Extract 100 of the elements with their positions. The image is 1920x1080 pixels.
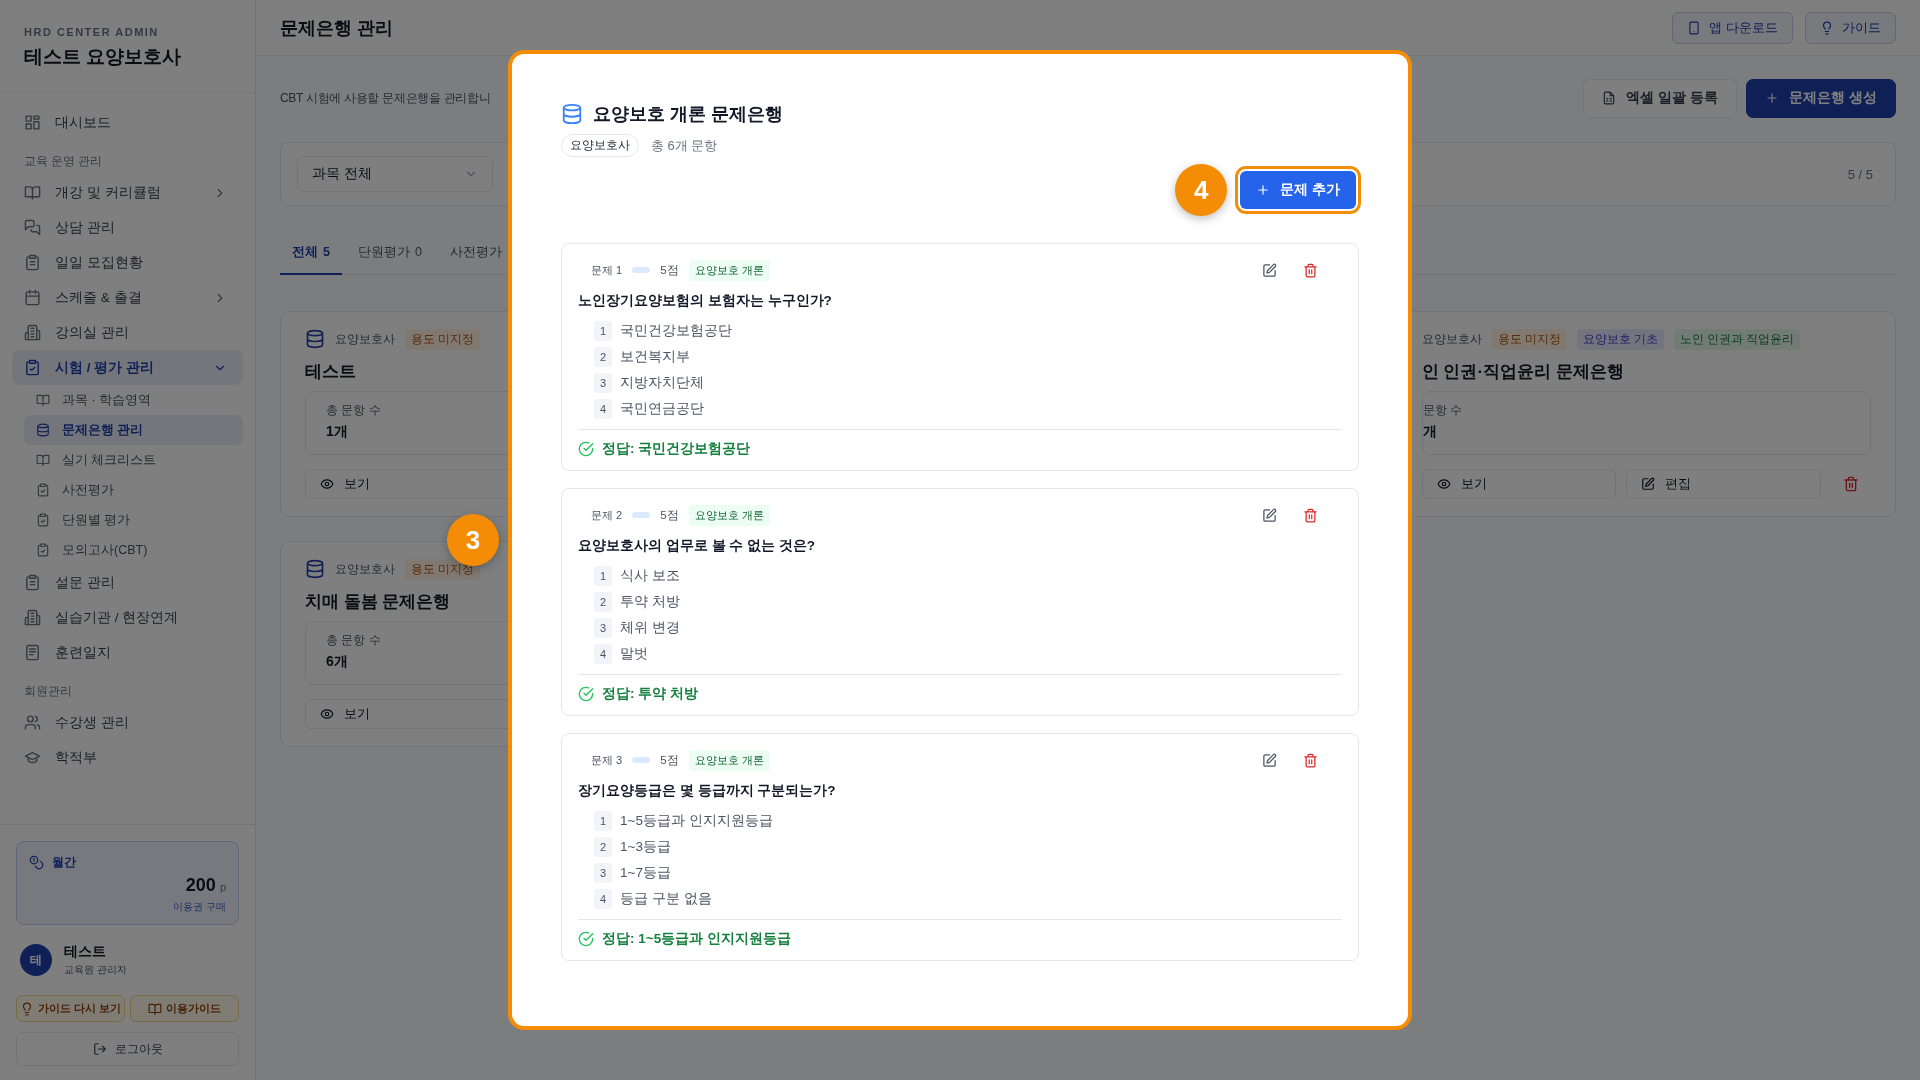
option-text: 지방자치단체 bbox=[620, 374, 704, 392]
question-points: 5점 bbox=[660, 752, 679, 768]
view-button[interactable]: 보기 bbox=[1421, 469, 1617, 499]
guide-replay-button[interactable]: 가이드 다시 보기 bbox=[16, 995, 125, 1022]
nav-subitem[interactable]: 단원별 평가 bbox=[24, 505, 243, 535]
graduation-cap-icon bbox=[24, 749, 41, 766]
nav-subitem[interactable]: 사전평가 bbox=[24, 475, 243, 505]
purchase-link[interactable]: 이용권 구매 bbox=[173, 900, 226, 914]
question-points: 5점 bbox=[660, 507, 679, 523]
book-icon bbox=[36, 453, 50, 467]
logout-icon bbox=[92, 1042, 107, 1056]
stat-value: 6개 bbox=[326, 653, 348, 671]
subject-select[interactable]: 과목 전체 bbox=[297, 156, 493, 192]
clipboard-icon bbox=[24, 574, 41, 591]
create-bank-button[interactable]: 문제은행 생성 bbox=[1746, 78, 1896, 118]
nav-item[interactable]: 강의실 관리 bbox=[12, 315, 243, 350]
question-text: 장기요양등급은 몇 등급까지 구분되는가? bbox=[578, 782, 837, 800]
user-avatar: 테 bbox=[20, 944, 52, 976]
nav-subitem[interactable]: 모의고사(CBT) bbox=[24, 535, 243, 565]
phone-icon bbox=[1687, 20, 1702, 35]
nav-item[interactable]: 개강 및 커리큘럼 bbox=[12, 175, 243, 210]
filter-tab[interactable]: 단원평가 0 bbox=[345, 234, 434, 275]
nav-item[interactable]: 훈련일지 bbox=[12, 635, 243, 670]
logout-button[interactable]: 로그아웃 bbox=[16, 1032, 239, 1066]
difficulty-pill bbox=[632, 512, 651, 518]
user-name: 테스트 bbox=[64, 943, 107, 961]
correct-answer: 정답: 투약 처방 bbox=[602, 685, 698, 703]
edit-icon[interactable] bbox=[1262, 507, 1277, 523]
user-guide-button[interactable]: 이용가이드 bbox=[130, 995, 239, 1022]
bank-tag: 요양보호 기초 bbox=[1576, 328, 1665, 350]
edit-icon bbox=[1641, 477, 1656, 491]
nav-item[interactable]: 수강생 관리 bbox=[12, 705, 243, 740]
nav-item[interactable]: 학적부 bbox=[12, 740, 243, 775]
option-number: 4 bbox=[594, 644, 612, 664]
stat-label: 총 문항 수 bbox=[326, 632, 381, 649]
app-download-button[interactable]: 앱 다운로드 bbox=[1672, 11, 1793, 44]
topic-tag: 요양보호 개론 bbox=[688, 259, 770, 281]
option-number: 4 bbox=[594, 399, 612, 419]
guide-button[interactable]: 가이드 bbox=[1805, 11, 1896, 44]
nav-section-heading: 회원관리 bbox=[23, 684, 73, 699]
filter-tab[interactable]: 전체 5 bbox=[280, 234, 342, 275]
question-points: 5점 bbox=[660, 262, 679, 278]
option-text: 1~5등급과 인지지원등급 bbox=[620, 812, 773, 830]
book-icon bbox=[24, 184, 41, 201]
book-icon bbox=[36, 393, 50, 407]
option-text: 1~7등급 bbox=[620, 864, 671, 882]
nav-subitem[interactable]: 실기 체크리스트 bbox=[24, 445, 243, 475]
nav-item[interactable]: 상담 관리 bbox=[12, 210, 243, 245]
nav-item[interactable]: 일일 모집현황 bbox=[12, 245, 243, 280]
stat-value: 개 bbox=[1422, 423, 1437, 441]
database-icon bbox=[561, 103, 583, 125]
trash-icon[interactable] bbox=[1303, 262, 1318, 278]
nav-section-heading: 교육 운영 관리 bbox=[23, 154, 104, 169]
trash-icon[interactable] bbox=[1303, 507, 1318, 523]
edit-icon[interactable] bbox=[1262, 262, 1277, 278]
calendar-icon bbox=[24, 289, 41, 306]
nav-item[interactable]: 대시보드 bbox=[12, 105, 243, 140]
excel-import-button[interactable]: 엑셀 일괄 등록 bbox=[1583, 78, 1738, 118]
nav-item[interactable]: 설문 관리 bbox=[12, 565, 243, 600]
edit-button[interactable]: 편집 bbox=[1626, 469, 1821, 499]
brand-title: 테스트 요양보호사 bbox=[24, 45, 183, 69]
spreadsheet-icon bbox=[1602, 91, 1617, 105]
clipboard-check-icon bbox=[36, 483, 50, 497]
users-icon bbox=[24, 714, 41, 731]
option-number: 1 bbox=[594, 321, 612, 341]
difficulty-pill bbox=[632, 757, 651, 763]
option-text: 1~3등급 bbox=[620, 838, 671, 856]
option-number: 1 bbox=[594, 811, 612, 831]
trash-icon[interactable] bbox=[1843, 476, 1859, 492]
question-number: 문제 1 bbox=[591, 262, 623, 278]
nav-subitem[interactable]: 과목 · 학습영역 bbox=[24, 385, 243, 415]
grid-icon bbox=[24, 114, 41, 131]
bank-category: 요양보호사 bbox=[335, 331, 395, 347]
question-number: 문제 2 bbox=[591, 507, 623, 523]
clipboard-check-icon bbox=[24, 359, 41, 376]
eye-icon bbox=[1436, 477, 1451, 491]
brand-overline: HRD CENTER ADMIN bbox=[24, 26, 160, 38]
chat-icon bbox=[24, 219, 41, 236]
edit-icon[interactable] bbox=[1262, 752, 1277, 768]
option-text: 체위 변경 bbox=[620, 619, 680, 637]
nav-subitem[interactable]: 문제은행 관리 bbox=[24, 415, 243, 445]
nav-item[interactable]: 스케줄 & 출결 bbox=[12, 280, 243, 315]
database-icon bbox=[305, 329, 325, 349]
correct-answer: 정답: 국민건강보험공단 bbox=[602, 440, 751, 458]
option-text: 말벗 bbox=[620, 645, 648, 663]
correct-answer: 정답: 1~5등급과 인지지원등급 bbox=[602, 930, 791, 948]
bank-category: 요양보호사 bbox=[1421, 331, 1482, 347]
points-amount: 200 bbox=[185, 875, 216, 896]
nav-item[interactable]: 실습기관 / 현장연계 bbox=[12, 600, 243, 635]
difficulty-pill bbox=[632, 267, 651, 273]
bank-title: 인 인권·직업윤리 문제은행 bbox=[1421, 361, 1624, 383]
nav-item[interactable]: 시험 / 평가 관리 bbox=[12, 350, 243, 385]
building-icon bbox=[24, 324, 41, 341]
trash-icon[interactable] bbox=[1303, 752, 1318, 768]
eye-icon bbox=[320, 477, 334, 491]
option-text: 식사 보조 bbox=[620, 567, 680, 585]
page-title: 문제은행 관리 bbox=[280, 16, 393, 40]
clipboard-icon bbox=[24, 254, 41, 271]
option-number: 3 bbox=[594, 373, 612, 393]
filter-tab[interactable]: 사전평가 bbox=[437, 234, 514, 275]
